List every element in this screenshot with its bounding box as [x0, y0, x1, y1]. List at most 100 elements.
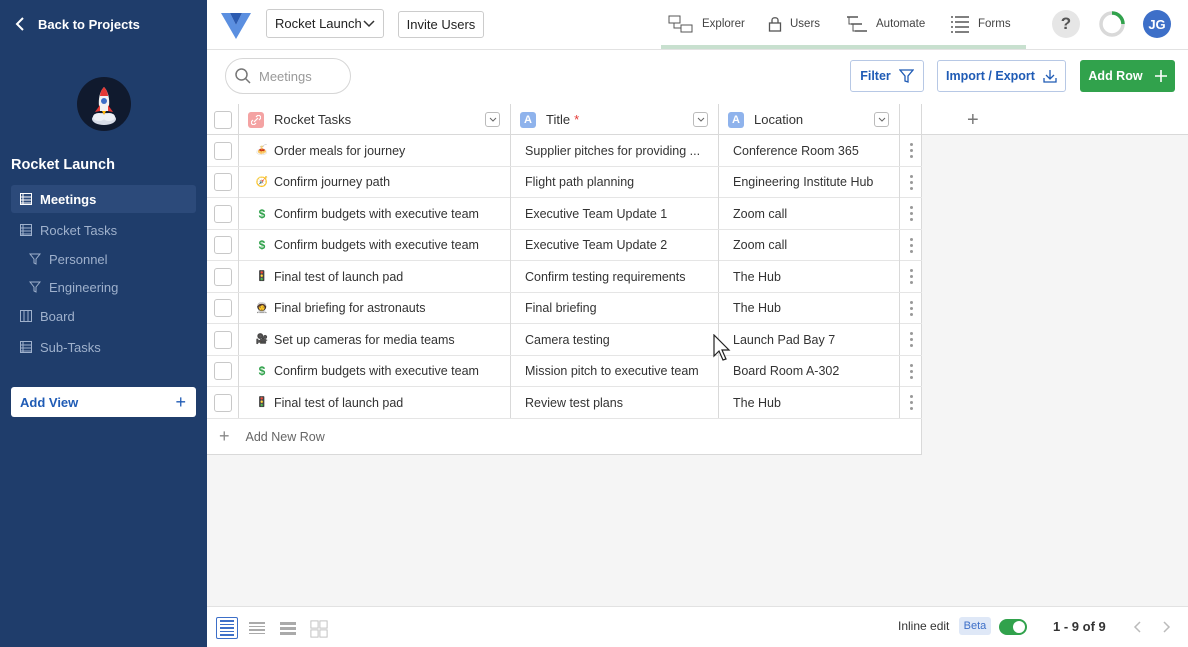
search-box[interactable] [225, 58, 351, 94]
filter-icon [29, 253, 41, 265]
add-column-button[interactable]: + [967, 109, 979, 132]
title-cell[interactable]: Review test plans [511, 387, 719, 418]
project-select[interactable]: Rocket Launch [266, 9, 384, 38]
column-header-rocket-tasks[interactable]: Rocket Tasks [239, 104, 511, 135]
sidebar-item-board[interactable]: Board [11, 302, 196, 330]
rocket-task-cell[interactable]: 🚦 Final test of launch pad [239, 261, 511, 292]
previous-page-icon[interactable] [1129, 617, 1145, 637]
progress-ring-icon[interactable] [1098, 10, 1126, 38]
title-cell[interactable]: Confirm testing requirements [511, 261, 719, 292]
row-checkbox[interactable] [213, 267, 232, 286]
row-menu-icon[interactable] [900, 261, 922, 292]
row-checkbox[interactable] [213, 204, 232, 223]
table-row[interactable]: $ Confirm budgets with executive team Exe… [207, 229, 922, 261]
chevron-down-icon[interactable] [874, 112, 889, 127]
row-menu-icon[interactable] [900, 135, 922, 166]
table-row[interactable]: 🎥 Set up cameras for media teams Camera t… [207, 324, 922, 356]
chevron-down-icon[interactable] [485, 112, 500, 127]
table-row[interactable]: $ Confirm budgets with executive team Mis… [207, 355, 922, 387]
row-height-tall-icon[interactable] [277, 617, 299, 639]
location-cell[interactable]: Launch Pad Bay 7 [719, 324, 900, 355]
import-export-button[interactable]: Import / Export [937, 60, 1066, 92]
row-menu-icon[interactable] [900, 198, 922, 229]
search-input[interactable] [259, 68, 339, 84]
row-height-compact-icon[interactable] [216, 617, 238, 639]
filter-button[interactable]: Filter [850, 60, 924, 92]
title-cell[interactable]: Mission pitch to executive team [511, 355, 719, 387]
rocket-task-cell[interactable]: 🧑‍🚀 Final briefing for astronauts [239, 292, 511, 324]
help-button[interactable]: ? [1052, 10, 1080, 38]
sidebar-item-personnel[interactable]: Personnel [11, 245, 196, 273]
location-cell[interactable]: Board Room A-302 [719, 355, 900, 387]
sidebar-item-rocket-tasks[interactable]: Rocket Tasks [11, 216, 196, 244]
table-row[interactable]: 🍝 Order meals for journey Supplier pitche… [207, 135, 922, 167]
row-checkbox[interactable] [213, 236, 232, 254]
row-menu-icon[interactable] [900, 324, 922, 355]
rocket-task-cell[interactable]: $ Confirm budgets with executive team [239, 229, 511, 261]
rocket-task-cell[interactable]: 🍝 Order meals for journey [239, 135, 511, 166]
title-cell[interactable]: Executive Team Update 1 [511, 198, 719, 229]
table-row[interactable]: 🧑‍🚀 Final briefing for astronauts Final b… [207, 292, 922, 324]
sidebar-item-engineering[interactable]: Engineering [11, 273, 196, 301]
location-cell[interactable]: The Hub [719, 261, 900, 292]
table-row[interactable]: 🧭 Confirm journey path Flight path planni… [207, 166, 922, 198]
row-checkbox[interactable] [213, 393, 232, 412]
beta-badge: Beta [959, 617, 991, 635]
app-logo-icon[interactable] [220, 9, 252, 41]
location-cell[interactable]: Conference Room 365 [719, 135, 900, 166]
next-page-icon[interactable] [1159, 617, 1175, 637]
row-checkbox[interactable] [213, 362, 232, 380]
rocket-task-cell[interactable]: 🧭 Confirm journey path [239, 166, 511, 198]
table-row[interactable]: $ Confirm budgets with executive team Exe… [207, 198, 922, 230]
tab-users[interactable]: Users [768, 13, 820, 35]
title-cell[interactable]: Supplier pitches for providing ... [511, 135, 719, 166]
title-cell[interactable]: Executive Team Update 2 [511, 229, 719, 261]
add-new-row[interactable]: + Add New Row [207, 419, 922, 455]
row-checkbox[interactable] [213, 141, 232, 160]
tab-explorer[interactable]: Explorer [668, 13, 745, 35]
rocket-task-cell[interactable]: 🚦 Final test of launch pad [239, 387, 511, 418]
row-actions-header [900, 104, 922, 135]
tab-automate[interactable]: Automate [846, 13, 925, 35]
tab-forms[interactable]: Forms [950, 13, 1011, 35]
rocket-task-cell[interactable]: $ Confirm budgets with executive team [239, 198, 511, 229]
row-menu-icon[interactable] [900, 387, 922, 418]
location-cell[interactable]: The Hub [719, 292, 900, 324]
inline-edit-toggle[interactable] [999, 619, 1027, 635]
row-menu-icon[interactable] [900, 167, 922, 198]
location-cell[interactable]: Zoom call [719, 198, 900, 229]
row-checkbox[interactable] [213, 330, 232, 349]
location-cell[interactable]: The Hub [719, 387, 900, 418]
add-row-button[interactable]: Add Row [1080, 60, 1175, 92]
chevron-down-icon[interactable] [693, 112, 708, 127]
title-cell[interactable]: Final briefing [511, 292, 719, 324]
row-menu-icon[interactable] [900, 356, 922, 387]
select-all-checkbox[interactable] [213, 110, 232, 129]
add-view-button[interactable]: Add View + [11, 387, 196, 417]
row-checkbox[interactable] [213, 173, 232, 191]
title-cell[interactable]: Flight path planning [511, 166, 719, 198]
title-cell[interactable]: Camera testing [511, 324, 719, 355]
table-row[interactable]: 🚦 Final test of launch pad Review test pl… [207, 387, 922, 419]
sidebar-item-meetings[interactable]: Meetings [11, 185, 196, 213]
automate-icon [847, 16, 867, 32]
avatar[interactable]: JG [1143, 10, 1171, 38]
table-icon [20, 193, 32, 205]
row-checkbox[interactable] [213, 299, 232, 317]
invite-users-button[interactable]: Invite Users [398, 11, 484, 38]
back-to-projects-link[interactable]: Back to Projects [14, 14, 140, 34]
tab-label: Explorer [702, 18, 745, 30]
row-height-medium-icon[interactable] [246, 617, 268, 639]
column-header-location[interactable]: A Location [719, 104, 900, 135]
row-menu-icon[interactable] [900, 293, 922, 324]
row-menu-icon[interactable] [900, 230, 922, 261]
location-cell[interactable]: Engineering Institute Hub [719, 166, 900, 198]
rocket-task-cell[interactable]: 🎥 Set up cameras for media teams [239, 324, 511, 355]
cell-text: Order meals for journey [274, 143, 406, 158]
location-cell[interactable]: Zoom call [719, 229, 900, 261]
column-header-title[interactable]: A Title * [511, 104, 719, 135]
table-row[interactable]: 🚦 Final test of launch pad Confirm testin… [207, 261, 922, 293]
grid-view-icon[interactable] [308, 617, 330, 639]
rocket-task-cell[interactable]: $ Confirm budgets with executive team [239, 355, 511, 387]
sidebar-item-sub-tasks[interactable]: Sub-Tasks [11, 333, 196, 361]
